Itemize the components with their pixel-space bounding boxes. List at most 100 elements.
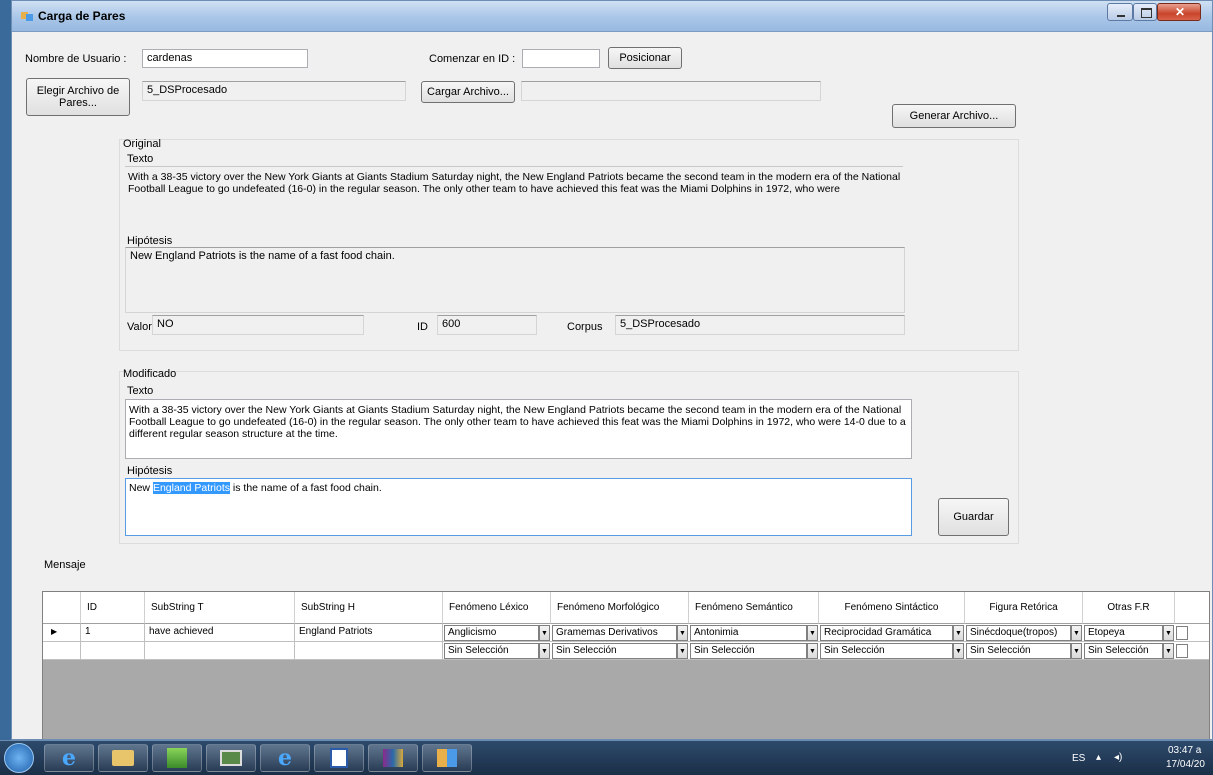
taskbar-form-app[interactable] — [422, 744, 472, 772]
column-header-otras[interactable]: Otras F.R — [1083, 592, 1175, 624]
modified-hypothesis-input[interactable]: New England Patriots is the name of a fa… — [125, 478, 912, 536]
column-header-semantico[interactable]: Fenómeno Semántico — [689, 592, 819, 624]
column-header-retorica[interactable]: Figura Retórica — [965, 592, 1083, 624]
valor-label: Valor — [127, 321, 152, 333]
taskbar-app[interactable] — [206, 744, 256, 772]
combo-sintactico[interactable]: Reciprocidad Gramática — [820, 625, 953, 641]
generate-file-button[interactable]: Generar Archivo... — [892, 104, 1016, 128]
taskbar-media[interactable] — [152, 744, 202, 772]
minimize-button[interactable] — [1107, 3, 1133, 21]
cell-substring-h[interactable] — [295, 642, 443, 660]
volume-icon[interactable]: ◂) — [1114, 752, 1122, 763]
combo-semantico[interactable]: Antonimia — [690, 625, 807, 641]
cell-id[interactable]: 1 — [81, 624, 145, 642]
taskbar: e e ES ▴ ◂) 03:47 a 17/04/20 — [0, 740, 1213, 775]
hypothesis-text-before: New — [129, 482, 153, 494]
cell-id[interactable] — [81, 642, 145, 660]
ie-icon: e — [62, 745, 76, 771]
start-id-input[interactable] — [522, 49, 600, 68]
message-label: Mensaje — [44, 559, 86, 571]
combo-semantico[interactable]: Sin Selección — [690, 643, 807, 659]
taskbar-winrar[interactable] — [368, 744, 418, 772]
form-app-icon — [437, 749, 457, 767]
modified-text-label: Texto — [127, 385, 154, 397]
save-button[interactable]: Guardar — [938, 498, 1009, 536]
dropdown-arrow-icon[interactable]: ▼ — [539, 625, 550, 641]
original-hypothesis-label: Hipótesis — [127, 235, 173, 247]
corpus-value: 5_DSProcesado — [615, 315, 905, 335]
start-button[interactable] — [4, 743, 34, 773]
clock-time[interactable]: 03:47 a — [1168, 745, 1201, 756]
combo-retorica[interactable]: Sin Selección — [966, 643, 1071, 659]
dropdown-arrow-icon[interactable]: ▼ — [807, 625, 818, 641]
taskbar-word[interactable] — [314, 744, 364, 772]
row-header-corner — [43, 592, 81, 624]
dropdown-arrow-icon[interactable]: ▼ — [677, 625, 688, 641]
pairs-grid: ID SubString T SubString H Fenómeno Léxi… — [42, 591, 1210, 739]
network-icon[interactable]: ▴ — [1096, 752, 1101, 763]
combo-lexico[interactable]: Sin Selección — [444, 643, 539, 659]
combo-retorica[interactable]: Sinécdoque(tropos) — [966, 625, 1071, 641]
clock-date[interactable]: 17/04/20 — [1166, 759, 1205, 770]
taskbar-explorer[interactable] — [98, 744, 148, 772]
app-icon — [21, 12, 33, 21]
cell-substring-h[interactable]: England Patriots — [295, 624, 443, 642]
position-button[interactable]: Posicionar — [608, 47, 682, 69]
minimize-icon — [1117, 15, 1125, 17]
dropdown-arrow-icon[interactable]: ▼ — [953, 643, 964, 659]
cell-substring-t[interactable] — [145, 642, 295, 660]
modified-group-label: Modificado — [123, 368, 177, 380]
separator — [125, 166, 903, 167]
dropdown-arrow-icon[interactable]: ▼ — [677, 643, 688, 659]
row-header-2[interactable] — [43, 642, 81, 660]
cell-substring-t[interactable]: have achieved — [145, 624, 295, 642]
choose-file-button[interactable]: Elegir Archivo de Pares... — [26, 78, 130, 116]
column-header-sintactico[interactable]: Fenómeno Sintáctico — [819, 592, 965, 624]
id-value: 600 — [437, 315, 537, 335]
media-icon — [167, 748, 187, 768]
user-label: Nombre de Usuario : — [25, 53, 127, 65]
modified-text-input[interactable]: With a 38-35 victory over the New York G… — [125, 399, 912, 459]
row-checkbox[interactable] — [1176, 644, 1188, 658]
dropdown-arrow-icon[interactable]: ▼ — [1071, 625, 1082, 641]
load-file-button[interactable]: Cargar Archivo... — [421, 81, 515, 103]
word-icon — [330, 748, 348, 768]
column-header-substring-h[interactable]: SubString H — [295, 592, 443, 624]
corpus-label: Corpus — [567, 321, 603, 333]
combo-otras[interactable]: Sin Selección — [1084, 643, 1163, 659]
user-input[interactable]: cardenas — [142, 49, 308, 68]
combo-lexico[interactable]: Anglicismo — [444, 625, 539, 641]
valor-value: NO — [152, 315, 364, 335]
column-header-extra — [1175, 592, 1209, 624]
current-row-icon: ▶ — [51, 627, 58, 636]
combo-sintactico[interactable]: Sin Selección — [820, 643, 953, 659]
row-checkbox[interactable] — [1176, 626, 1188, 640]
taskbar-ie[interactable]: e — [44, 744, 94, 772]
original-hypothesis-value: New England Patriots is the name of a fa… — [125, 247, 905, 313]
column-header-substring-t[interactable]: SubString T — [145, 592, 295, 624]
main-window: Carga de Pares ✕ Nombre de Usuario : car… — [11, 0, 1213, 740]
dropdown-arrow-icon[interactable]: ▼ — [1163, 643, 1174, 659]
hypothesis-selection: England Patriots — [152, 482, 230, 494]
maximize-button[interactable] — [1133, 3, 1157, 21]
dropdown-arrow-icon[interactable]: ▼ — [953, 625, 964, 641]
combo-morfologico[interactable]: Gramemas Derivativos — [552, 625, 677, 641]
close-button[interactable]: ✕ — [1157, 3, 1201, 21]
dropdown-arrow-icon[interactable]: ▼ — [807, 643, 818, 659]
id-label: ID — [417, 321, 428, 333]
row-header-1[interactable]: ▶ — [43, 624, 81, 642]
column-header-id[interactable]: ID — [81, 592, 145, 624]
column-header-lexico[interactable]: Fenómeno Léxico — [443, 592, 551, 624]
dropdown-arrow-icon[interactable]: ▼ — [1071, 643, 1082, 659]
language-indicator[interactable]: ES — [1072, 753, 1085, 764]
hypothesis-text-after: is the name of a fast food chain. — [230, 482, 382, 494]
dropdown-arrow-icon[interactable]: ▼ — [539, 643, 550, 659]
original-text-value: With a 38-35 victory over the New York G… — [128, 171, 901, 195]
load-file-display — [521, 81, 821, 101]
combo-otras[interactable]: Etopeya — [1084, 625, 1163, 641]
dropdown-arrow-icon[interactable]: ▼ — [1163, 625, 1174, 641]
combo-morfologico[interactable]: Sin Selección — [552, 643, 677, 659]
taskbar-ie-2[interactable]: e — [260, 744, 310, 772]
column-header-morfologico[interactable]: Fenómeno Morfológico — [551, 592, 689, 624]
title-bar[interactable]: Carga de Pares ✕ — [12, 1, 1212, 32]
